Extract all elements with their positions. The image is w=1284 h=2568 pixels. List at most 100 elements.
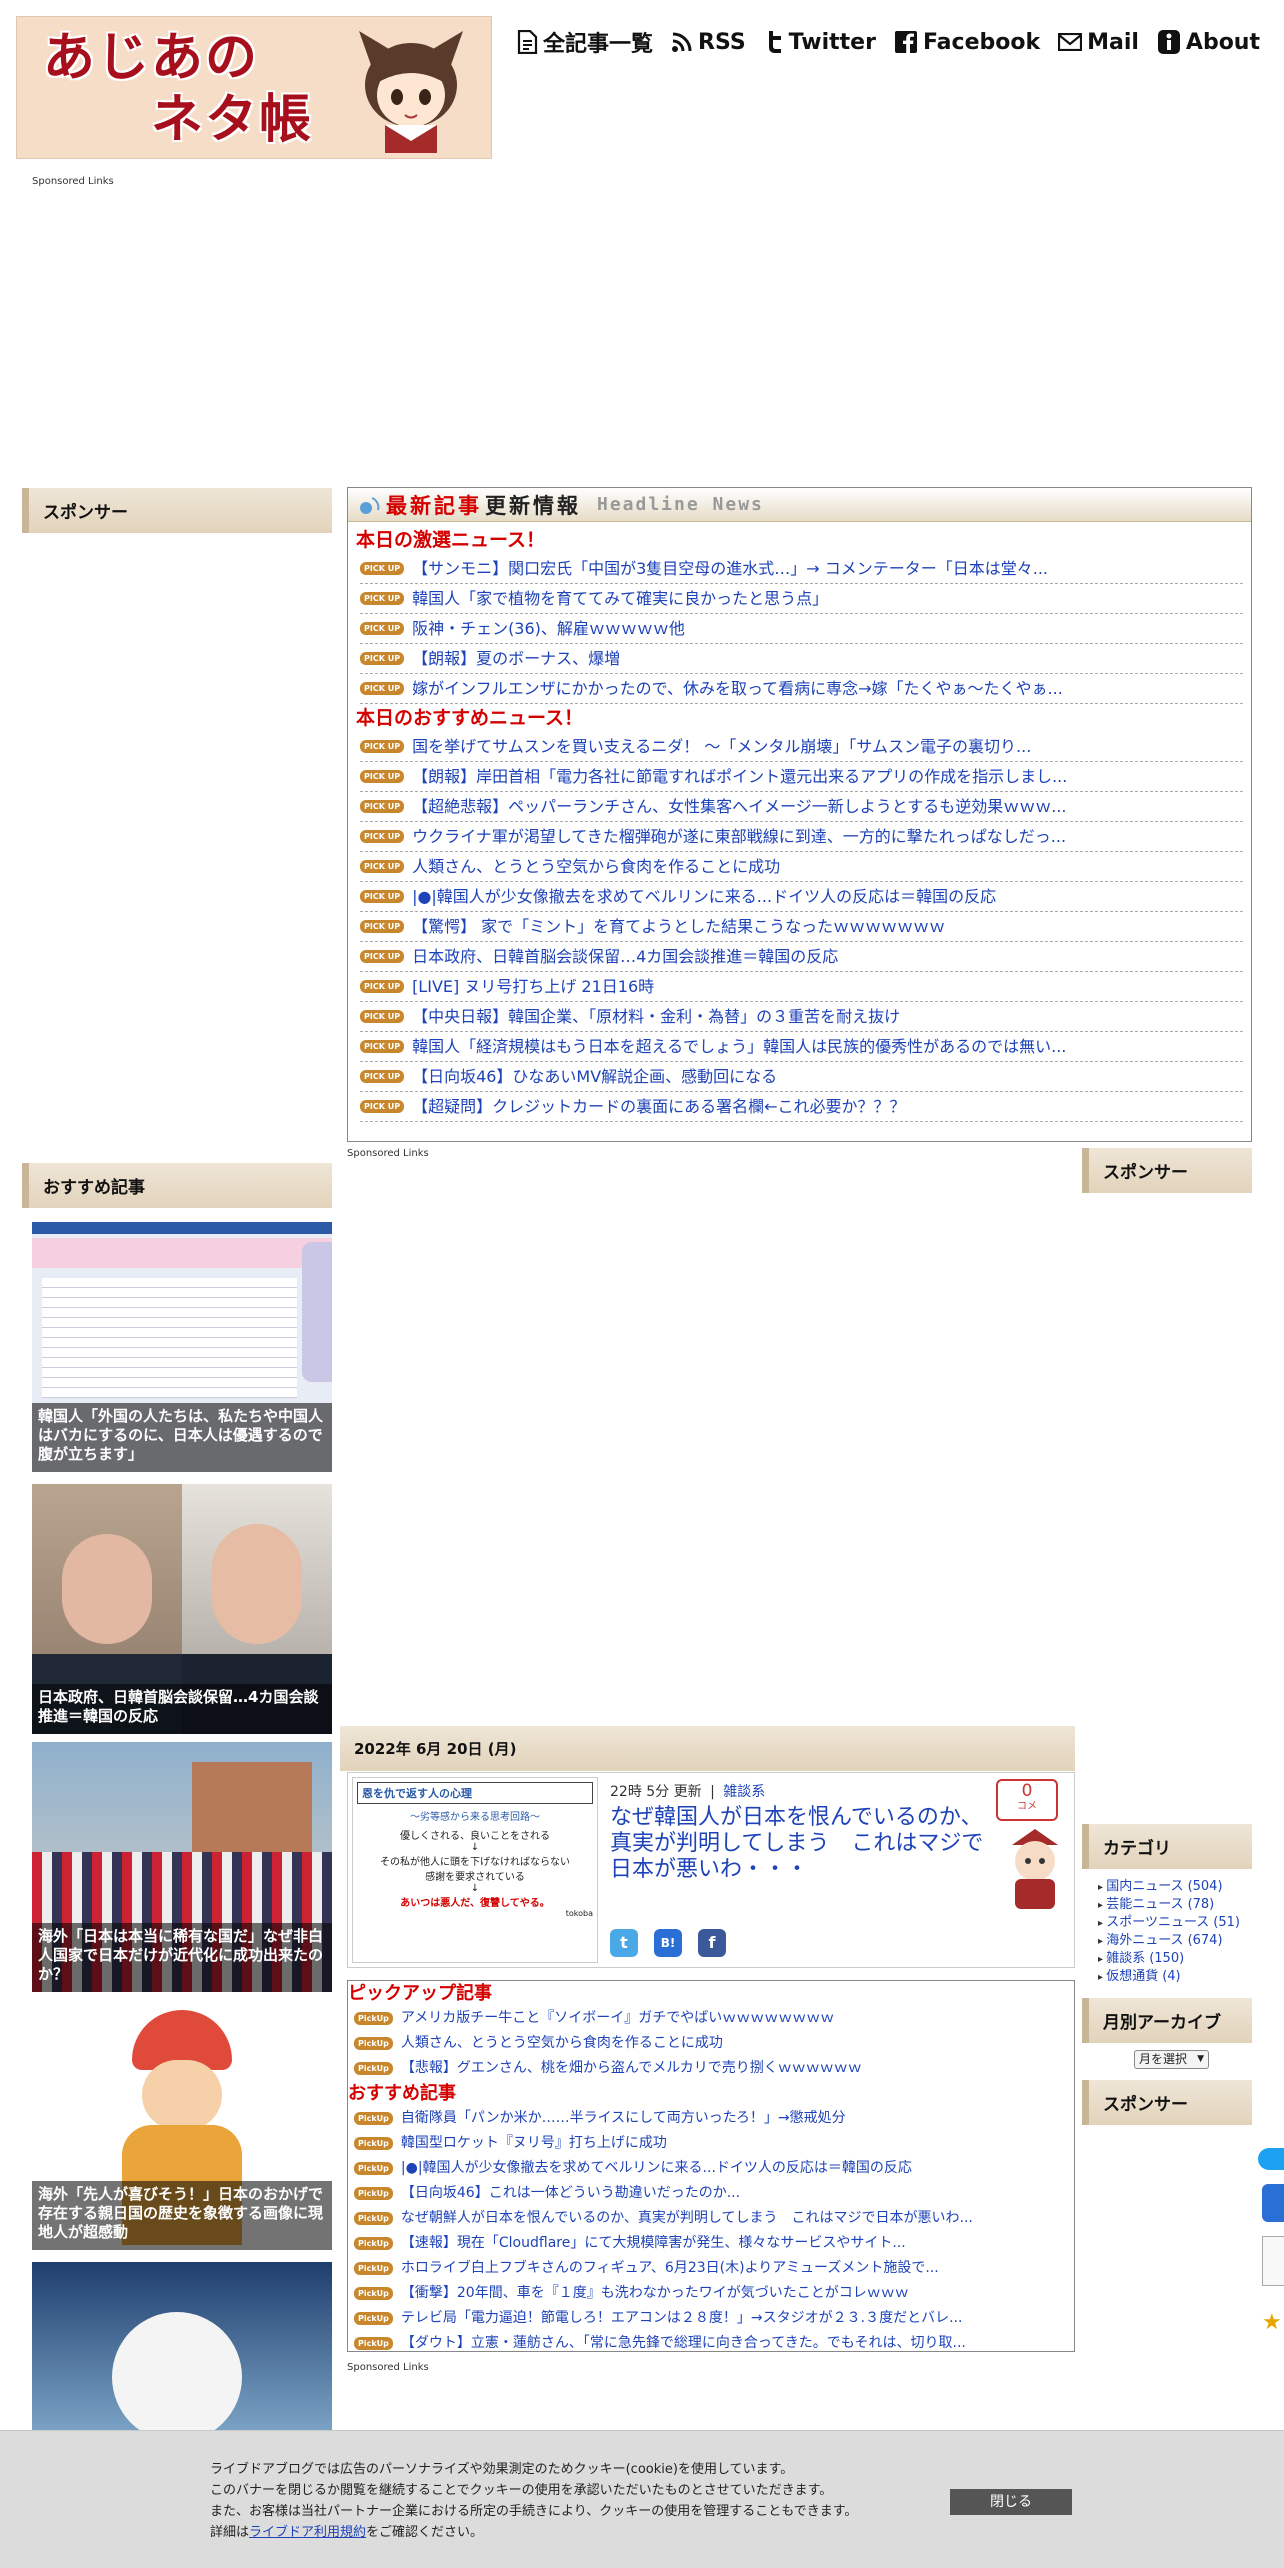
rss-icon: [672, 32, 692, 52]
category-item[interactable]: 国内ニュース(504): [1098, 1878, 1240, 1896]
site-logo[interactable]: あじあの ネタ帳: [16, 16, 492, 159]
cookie-close-button[interactable]: 閉じる: [950, 2489, 1072, 2515]
sponsored-label: Sponsored Links: [347, 2362, 429, 2373]
nav-rss[interactable]: RSS: [671, 26, 746, 58]
news-item[interactable]: PICK UP 【中央日報】韓国企業、「原材料・金利・為替」の３重苦を耐え抜け: [360, 1002, 1243, 1032]
thumb-line: 感謝を要求されている: [425, 1872, 525, 1883]
nav-mail[interactable]: Mail: [1058, 26, 1139, 58]
comment-count-badge[interactable]: 0 コメ: [996, 1779, 1058, 1821]
terms-link[interactable]: ライブドア利用規約: [249, 2525, 366, 2540]
archive-select[interactable]: 月を選択 ▼: [1134, 2050, 1209, 2069]
news-item[interactable]: PICK UP 【サンモニ】関口宏氏「中国が3隻目空母の進水式…」→ コメンテータ…: [360, 554, 1243, 584]
news-item[interactable]: PICK UP 国を挙げてサムスンを買い支えるニダ！ 〜「メンタル崩壊」「サムスン…: [360, 732, 1243, 762]
nav-about[interactable]: About: [1157, 26, 1260, 58]
category-item[interactable]: 雑談系(150): [1098, 1950, 1240, 1968]
card-caption: 海外「日本は本当に稀有な国だ」なぜ非白人国家で日本だけが近代化に成功出来たのか？: [32, 1923, 332, 1992]
news-item[interactable]: PICK UP 【超絶悲報】ペッパーランチさん、女性集客へイメージ一新しようとする…: [360, 792, 1243, 822]
pickup-item-title: ホロライブ白上フブキさんのフィギュア、6月23日(木)よりアミューズメント施設で…: [400, 2260, 939, 2276]
floating-star-icon[interactable]: ★: [1262, 2310, 1284, 2340]
pickup-item-title: アメリカ版チー牛こと『ソイボーイ』ガチでやばいｗｗｗｗｗｗｗｗ: [400, 2010, 835, 2026]
pickup-item[interactable]: PickUp アメリカ版チー牛こと『ソイボーイ』ガチでやばいｗｗｗｗｗｗｗｗ: [348, 2006, 1074, 2031]
news-item[interactable]: PICK UP 韓国人「経済規模はもう日本を超えるでしょう」韓国人は民族的優秀性が…: [360, 1032, 1243, 1062]
thumb-line: あいつは悪人だ、復讐してやる。: [400, 1898, 550, 1909]
floating-comment-icon[interactable]: [1262, 2236, 1284, 2286]
article-time: 22時 5分 更新: [610, 1784, 702, 1800]
pickup-list-2: PickUp 自衛隊員「パンか米か……半ライスにして両方いったろ！」→懲戒処分 Pi…: [348, 2106, 1074, 2356]
category-name: 芸能ニュース: [1106, 1897, 1184, 1912]
category-item[interactable]: スポーツニュース(51): [1098, 1914, 1240, 1932]
pickup-badge: PickUp: [354, 2162, 393, 2175]
sidebar-sponsor-heading: スポンサー: [22, 488, 332, 533]
news-item[interactable]: PICK UP 韓国人「家で植物を育ててみて確実に良かったと思う点」: [360, 584, 1243, 614]
news-list-1: PICK UP 【サンモニ】関口宏氏「中国が3隻目空母の進水式…」→ コメンテータ…: [348, 554, 1251, 704]
cookie-line: このバナーを閉じるか閲覧を継続することでクッキーの使用を承認いただいたものとさせ…: [210, 2483, 833, 2498]
pickup-item[interactable]: PickUp 自衛隊員「パンか米か……半ライスにして両方いったろ！」→懲戒処分: [348, 2106, 1074, 2131]
share-hatena-icon[interactable]: B!: [654, 1929, 682, 1957]
pickup-item[interactable]: PickUp 韓国型ロケット『ヌリ号』打ち上げに成功: [348, 2131, 1074, 2156]
news-item[interactable]: PICK UP 日本政府、日韓首脳会談保留…4カ国会談推進＝韓国の反応: [360, 942, 1243, 972]
news-item[interactable]: PICK UP 【朗報】夏のボーナス、爆増: [360, 644, 1243, 674]
news-item[interactable]: PICK UP 【朗報】岸田首相「電力各社に節電すればポイント還元出来るアプリの作…: [360, 762, 1243, 792]
cookie-line: ライブドアブログでは広告のパーソナライズや効果測定のためクッキー(cookie)…: [210, 2462, 794, 2477]
article-thumbnail[interactable]: 恩を仇で返す人の心理 ～劣等感から来る思考回路～ 優しくされる、良いことをされる…: [352, 1777, 598, 1963]
pickup-item[interactable]: PickUp テレビ局「電力逼迫！節電しろ！エアコンは２８度！」→スタジオが２３.…: [348, 2306, 1074, 2331]
article-title[interactable]: なぜ韓国人が日本を恨んでいるのか、真実が判明してしまう これはマジで日本が悪いわ…: [610, 1805, 1000, 1883]
recommend-card[interactable]: 海外「先人が喜びそう！」日本のおかげで存在する親日国の歴史を象徴する画像に現地人…: [32, 2000, 332, 2250]
pickup-item[interactable]: PickUp 【速報】現在「Cloudflare」にて大規模障害が発生、様々なサー…: [348, 2231, 1074, 2256]
nav-label: RSS: [698, 29, 746, 55]
share-facebook-icon[interactable]: f: [698, 1929, 726, 1957]
thumb-baseball: [112, 2312, 242, 2430]
facebook-icon: [894, 31, 917, 53]
pickup-item[interactable]: PickUp 【日向坂46】これは一体どういう勘違いだったのか...: [348, 2181, 1074, 2206]
nav-all-articles[interactable]: 全記事一覧: [516, 26, 653, 58]
floating-twitter-icon[interactable]: [1258, 2148, 1284, 2170]
news-item[interactable]: PICK UP 【驚愕】 家で「ミント」を育てようとした結果こうなったｗｗｗｗｗｗ…: [360, 912, 1243, 942]
pickup-item[interactable]: PickUp なぜ朝鮮人が日本を恨んでいるのか、真実が判明してしまう これはマジで…: [348, 2206, 1074, 2231]
sponsored-label: Sponsored Links: [32, 176, 114, 187]
recommend-card[interactable]: 韓国人「外国の人たちは、私たちや中国人はバカにするのに、日本人は優遇するので腹が…: [32, 1222, 332, 1472]
cookie-banner: ライブドアブログでは広告のパーソナライズや効果測定のためクッキー(cookie)…: [0, 2430, 1284, 2568]
pickup-item[interactable]: PickUp 【ダウト】立憲・蓮舫さん、「常に急先鋒で総理に向き合ってきた。でもそ…: [348, 2331, 1074, 2356]
pickup-badge: PickUp: [354, 2212, 393, 2225]
pickup-item[interactable]: PickUp 【悲報】グエンさん、桃を畑から盗んでメルカリで売り捌くｗｗｗｗｗｗ: [348, 2056, 1074, 2081]
logo-title: あじあの ネタ帳: [43, 27, 343, 151]
cookie-line: また、お客様は当社パートナー企業における所定の手続きにより、クッキーの使用を管理…: [210, 2504, 858, 2519]
news-item[interactable]: PICK UP |●|韓国人が少女像撤去を求めてベルリンに来る...ドイツ人の反応…: [360, 882, 1243, 912]
nav-facebook[interactable]: Facebook: [894, 26, 1040, 58]
news-item[interactable]: PICK UP [LIVE] ヌリ号打ち上げ 21日16時: [360, 972, 1243, 1002]
comment-label: コメ: [1017, 1801, 1037, 1812]
pickup-item[interactable]: PickUp 【衝撃】20年間、車を『１度』も洗わなかったワイが気づいたことがコレ…: [348, 2281, 1074, 2306]
news-item[interactable]: PICK UP 人類さん、とうとう空気から食肉を作ることに成功: [360, 852, 1243, 882]
share-twitter-icon[interactable]: t: [610, 1929, 638, 1957]
news-item[interactable]: PICK UP 阪神・チェン(36)、解雇ｗｗｗｗｗ他: [360, 614, 1243, 644]
nav-twitter[interactable]: Twitter: [764, 26, 876, 58]
news-item[interactable]: PICK UP 嫁がインフルエンザにかかったので、休みを取って看病に専念→嫁「たく…: [360, 674, 1243, 704]
category-name: スポーツニュース: [1106, 1915, 1210, 1930]
pickup-item[interactable]: PickUp ホロライブ白上フブキさんのフィギュア、6月23日(木)よりアミューズ…: [348, 2256, 1074, 2281]
recommend-card[interactable]: [32, 2262, 332, 2430]
nav-label: Mail: [1087, 29, 1139, 55]
floating-hatena-icon[interactable]: [1262, 2184, 1284, 2222]
news-item[interactable]: PICK UP ウクライナ軍が渇望してきた榴弾砲が遂に東部戦線に到達、一方的に撃た…: [360, 822, 1243, 852]
news-item[interactable]: PICK UP 【超疑問】クレジットカードの裏面にある署名欄←これ必要か？？？: [360, 1092, 1243, 1122]
share-buttons: t B! f: [610, 1929, 726, 1957]
recommend-card[interactable]: 海外「日本は本当に稀有な国だ」なぜ非白人国家で日本だけが近代化に成功出来たのか？: [32, 1742, 332, 1992]
category-item[interactable]: 芸能ニュース(78): [1098, 1896, 1240, 1914]
pickup-badge: PICK UP: [360, 1010, 405, 1023]
thumb-line: 優しくされる、良いことをされる: [400, 1831, 550, 1842]
pickup-item[interactable]: PickUp 人類さん、とうとう空気から食肉を作ることに成功: [348, 2031, 1074, 2056]
signal-icon: [360, 496, 380, 514]
category-item[interactable]: 海外ニュース(674): [1098, 1932, 1240, 1950]
news-section-heading: 本日の激選ニュース！: [356, 529, 546, 551]
pickup-item[interactable]: PickUp |●|韓国人が少女像撤去を求めてベルリンに来る...ドイツ人の反応は…: [348, 2156, 1074, 2181]
pickup-badge: PickUp: [354, 2262, 393, 2275]
category-count: (78): [1187, 1897, 1215, 1912]
news-item-title: 人類さん、とうとう空気から食肉を作ることに成功: [412, 856, 781, 876]
article-category-link[interactable]: 雑談系: [723, 1784, 765, 1800]
recommend-card[interactable]: 日本政府、日韓首脳会談保留…4カ国会談推進＝韓国の反応: [32, 1484, 332, 1734]
thumb-title: 恩を仇で返す人の心理: [357, 1782, 593, 1804]
pickup-badge: PickUp: [354, 2062, 393, 2075]
thumb-credit: tokoba: [565, 1909, 593, 1918]
category-item[interactable]: 仮想通貨(4): [1098, 1968, 1240, 1986]
news-item[interactable]: PICK UP 【日向坂46】ひなあいMV解説企画、感動回になる: [360, 1062, 1243, 1092]
